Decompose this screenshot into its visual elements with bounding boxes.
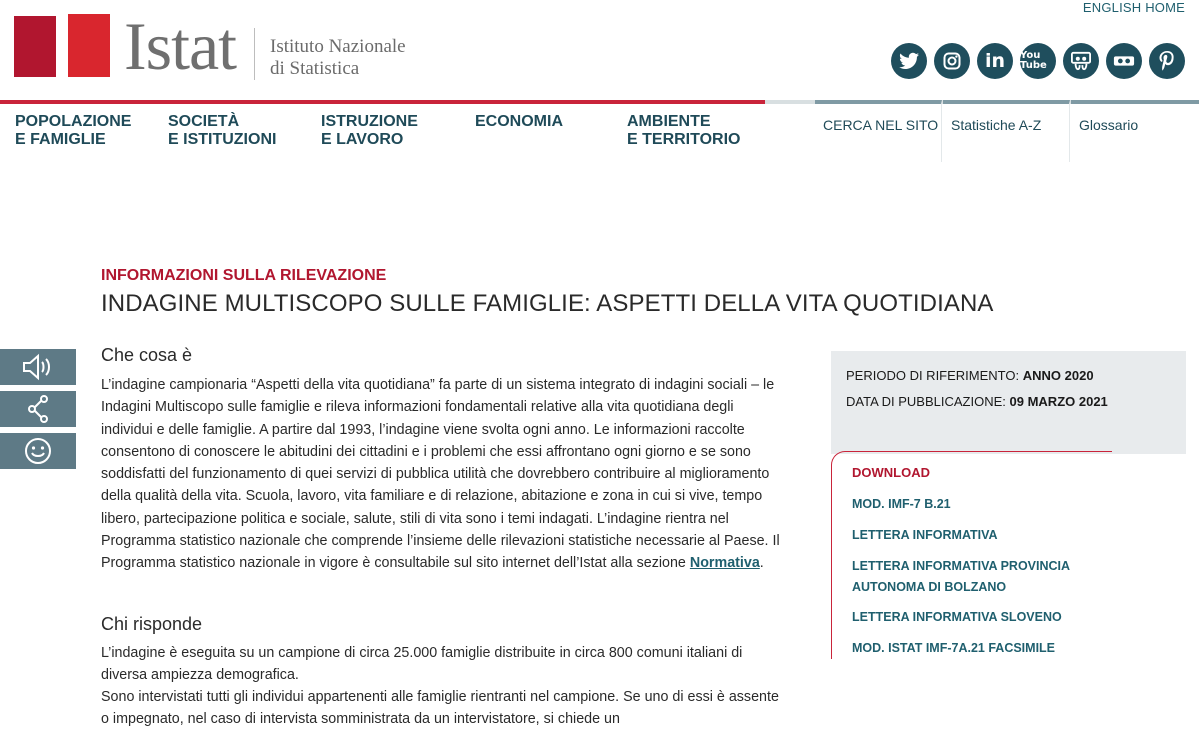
logo-divider	[254, 28, 255, 80]
nav-utility-label: CERCA NEL SITO	[823, 117, 939, 133]
nav-popolazione-famiglie[interactable]: POPOLAZIONE E FAMIGLIE	[0, 100, 153, 158]
download-panel: DOWNLOAD MOD. IMF-7 B.21 LETTERA INFORMA…	[831, 451, 1112, 659]
normativa-link[interactable]: Normativa	[690, 555, 760, 571]
nav-label-line1: ECONOMIA	[475, 113, 563, 130]
section-heading-chi-risponde: Chi risponde	[101, 614, 203, 634]
nav-label-line1: ISTRUZIONE	[321, 113, 418, 130]
reference-period-value: ANNO 2020	[1022, 368, 1094, 383]
nav-label-line1: POPOLAZIONE	[15, 113, 132, 130]
publication-date-value: 09 MARZO 2021	[1009, 394, 1108, 409]
section-text-chi-risponde-2: Sono intervistati tutti gli individui ap…	[101, 689, 779, 728]
nav-glossario[interactable]: Glossario	[1071, 100, 1199, 162]
download-link[interactable]: MOD. ISTAT IMF-7A.21 FACSIMILE	[852, 638, 1102, 659]
english-home-link[interactable]: ENGLISH HOME	[1083, 0, 1185, 15]
download-link[interactable]: LETTERA INFORMATIVA PROVINCIA AUTONOMA D…	[852, 556, 1102, 598]
smiley-icon	[25, 438, 51, 464]
linkedin-icon[interactable]: in	[977, 43, 1013, 79]
reference-period-label: PERIODO DI RIFERIMENTO:	[846, 368, 1020, 383]
social-links: in You Tube	[891, 43, 1185, 79]
nav-label-line1: SOCIETÀ	[168, 113, 240, 130]
section-text-chi-risponde-1: L’indagine è eseguita su un campione di …	[101, 645, 743, 684]
feedback-button[interactable]	[0, 433, 76, 469]
section-text-end: .	[759, 555, 764, 572]
nav-ambiente-territorio[interactable]: AMBIENTE E TERRITORIO	[612, 100, 765, 158]
pinterest-icon[interactable]	[1149, 43, 1185, 79]
linkedin-glyph: in	[984, 50, 1006, 72]
section-heading-che-cosa-e: Che cosa è	[101, 345, 193, 365]
top-navigation: POPOLAZIONE E FAMIGLIE SOCIETÀ E ISTITUZ…	[0, 100, 1199, 162]
nav-cerca-nel-sito[interactable]: CERCA NEL SITO	[815, 100, 942, 162]
slideshare-icon[interactable]	[1063, 43, 1099, 79]
youtube-glyph: You Tube	[1020, 50, 1047, 71]
logo-block-left	[14, 16, 56, 77]
nav-label-line2: E TERRITORIO	[627, 131, 741, 148]
nav-label-line2: E LAVORO	[321, 131, 404, 148]
youtube-icon[interactable]: You Tube	[1020, 43, 1056, 79]
audio-button[interactable]	[0, 349, 76, 385]
publication-date-label: DATA DI PUBBLICAZIONE:	[846, 394, 1006, 409]
nav-economia[interactable]: ECONOMIA	[460, 100, 612, 158]
download-link[interactable]: LETTERA INFORMATIVA	[852, 525, 1102, 546]
nav-utility-label: Glossario	[1079, 117, 1139, 133]
institute-line-2: di Statistica	[270, 58, 360, 79]
publication-date: DATA DI PUBBLICAZIONE: 09 MARZO 2021	[846, 394, 1108, 409]
institute-line-1: Istituto Nazionale	[270, 36, 406, 57]
download-link[interactable]: LETTERA INFORMATIVA SLOVENO	[852, 607, 1102, 628]
nav-statistiche-az[interactable]: Statistiche A-Z	[943, 100, 1070, 162]
twitter-icon[interactable]	[891, 43, 927, 79]
section-text: L’indagine campionaria “Aspetti della vi…	[101, 377, 780, 572]
download-link[interactable]: MOD. IMF-7 B.21	[852, 494, 1102, 515]
download-heading: DOWNLOAD	[852, 465, 930, 480]
page-kicker: INFORMAZIONI SULLA RILEVAZIONE	[101, 267, 387, 284]
share-icon	[28, 395, 48, 423]
share-button[interactable]	[0, 391, 76, 427]
survey-info-box: PERIODO DI RIFERIMENTO: ANNO 2020 DATA D…	[831, 351, 1186, 454]
audio-icon	[23, 353, 50, 381]
istat-logo[interactable]: Istat Istituto Nazionale di Statistica	[14, 8, 414, 84]
section-text-che-cosa-e: L’indagine campionaria “Aspetti della vi…	[101, 374, 789, 575]
institute-name: Istituto Nazionale di Statistica	[270, 36, 406, 80]
nav-utility-label: Statistiche A-Z	[951, 117, 1042, 133]
logo-block-right	[68, 14, 110, 77]
instagram-icon[interactable]	[934, 43, 970, 79]
nav-label-line2: E FAMIGLIE	[15, 131, 106, 148]
logo-wordmark: Istat	[124, 8, 237, 84]
flickr-icon[interactable]	[1106, 43, 1142, 79]
page-title: INDAGINE MULTISCOPO SULLE FAMIGLIE: ASPE…	[101, 290, 994, 317]
nav-label-line2: E ISTITUZIONI	[168, 131, 277, 148]
nav-societa-istituzioni[interactable]: SOCIETÀ E ISTITUZIONI	[153, 100, 306, 158]
nav-istruzione-lavoro[interactable]: ISTRUZIONE E LAVORO	[306, 100, 460, 158]
reference-period: PERIODO DI RIFERIMENTO: ANNO 2020	[846, 368, 1094, 383]
nav-label-line1: AMBIENTE	[627, 113, 711, 130]
